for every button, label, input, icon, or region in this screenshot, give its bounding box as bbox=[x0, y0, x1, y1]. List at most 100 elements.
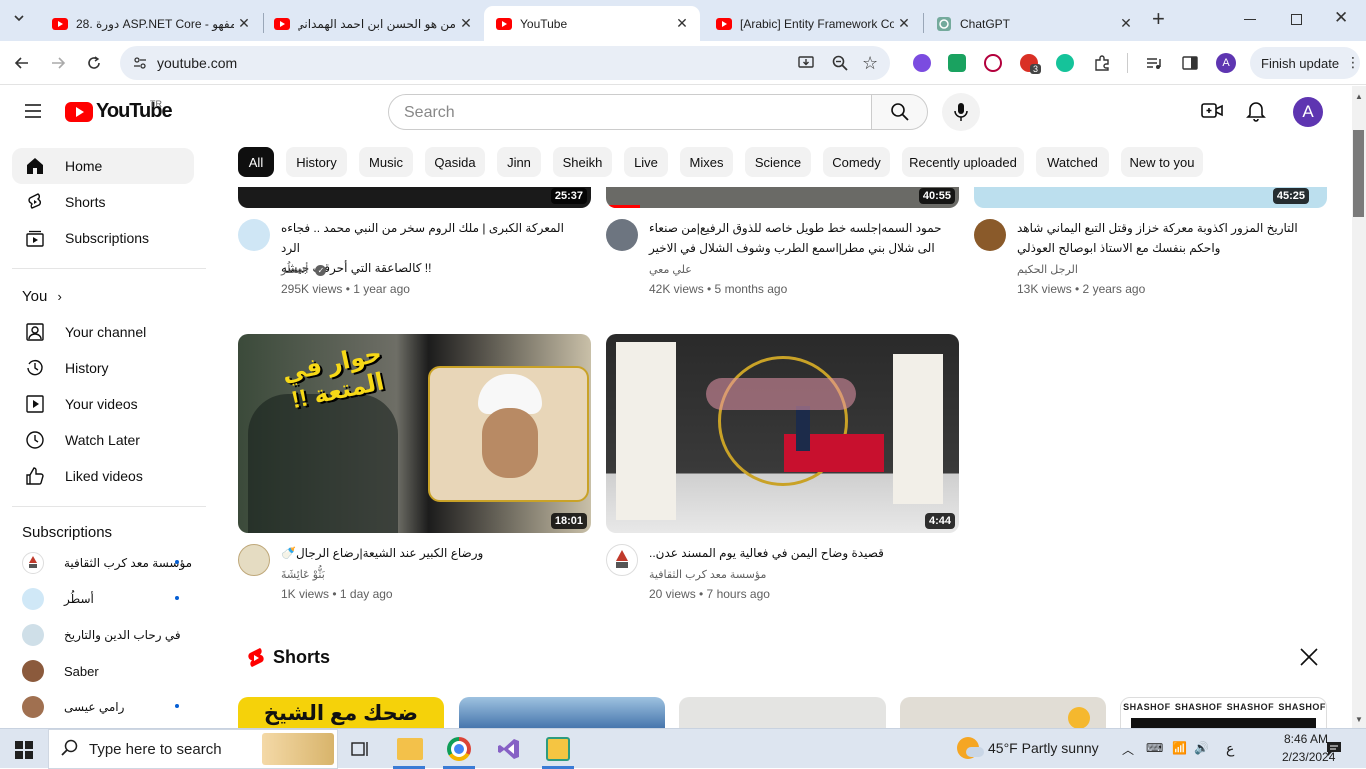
browser-tab-active[interactable]: YouTube ✕ bbox=[484, 6, 700, 41]
sidebar-item-history[interactable]: History bbox=[12, 350, 194, 386]
visual-studio-icon[interactable] bbox=[497, 737, 521, 766]
notifications-bell-icon[interactable] bbox=[1246, 100, 1266, 127]
sidebar-item-shorts[interactable]: Shorts bbox=[12, 184, 194, 220]
channel-name[interactable]: علي معي bbox=[649, 263, 692, 276]
youtube-logo-icon[interactable] bbox=[65, 102, 93, 122]
dismiss-shorts-icon[interactable] bbox=[1299, 647, 1319, 672]
channel-avatar[interactable] bbox=[606, 219, 638, 251]
new-tab-button[interactable]: + bbox=[1152, 6, 1165, 32]
chip-live[interactable]: Live bbox=[624, 147, 668, 177]
chip-recently-uploaded[interactable]: Recently uploaded bbox=[902, 147, 1024, 177]
channel-name[interactable]: الرجل الحكيم bbox=[1017, 263, 1078, 276]
channel-avatar[interactable] bbox=[606, 544, 638, 576]
grammarly-icon[interactable] bbox=[1056, 54, 1074, 72]
subscription-item[interactable]: Saber bbox=[12, 653, 194, 689]
file-explorer-icon[interactable] bbox=[397, 738, 423, 760]
close-tab-icon[interactable]: ✕ bbox=[234, 15, 254, 32]
hamburger-menu-icon[interactable] bbox=[24, 103, 42, 124]
volume-icon[interactable]: 🔊 bbox=[1194, 741, 1209, 755]
video-thumbnail[interactable]: 45:25 bbox=[974, 187, 1327, 208]
profile-avatar[interactable]: A bbox=[1216, 53, 1236, 73]
video-thumbnail[interactable]: 4:44 bbox=[606, 334, 959, 533]
subscription-item[interactable]: في رحاب الدين والتاريخ bbox=[12, 617, 194, 653]
close-window-icon[interactable]: ✕ bbox=[1334, 8, 1348, 28]
search-input[interactable]: Search bbox=[388, 94, 872, 130]
short-thumbnail[interactable] bbox=[459, 697, 665, 731]
sidebar-item-your-channel[interactable]: Your channel bbox=[12, 314, 194, 350]
media-control-icon[interactable] bbox=[1143, 52, 1165, 74]
voice-search-button[interactable] bbox=[942, 93, 980, 131]
side-panel-icon[interactable] bbox=[1179, 52, 1201, 74]
channel-avatar[interactable] bbox=[238, 219, 270, 251]
address-bar[interactable]: youtube.com ☆ bbox=[120, 46, 890, 80]
back-icon[interactable] bbox=[11, 52, 33, 74]
scroll-up-arrow-icon[interactable]: ▲ bbox=[1355, 92, 1363, 101]
forward-icon[interactable] bbox=[47, 52, 69, 74]
browser-tab-1[interactable]: 28. دورة ASP.NET Core - مفهو ✕ bbox=[40, 6, 262, 41]
browser-tab-4[interactable]: [Arabic] Entity Framework Co ✕ bbox=[704, 6, 922, 41]
account-avatar[interactable]: A bbox=[1293, 97, 1323, 127]
reload-icon[interactable] bbox=[83, 52, 105, 74]
show-hidden-icons-icon[interactable]: ︿ bbox=[1122, 741, 1134, 758]
video-title[interactable]: حمود السمه|جلسه خط طويل خاصه للذوق الرفي… bbox=[649, 218, 949, 258]
tab-search-chevron-icon[interactable] bbox=[12, 11, 32, 31]
chip-sheikh[interactable]: Sheikh bbox=[553, 147, 612, 177]
windows-start-icon[interactable] bbox=[15, 741, 33, 764]
extension-3-icon[interactable] bbox=[984, 54, 1002, 72]
sidebar-item-watch-later[interactable]: Watch Later bbox=[12, 422, 194, 458]
search-button[interactable] bbox=[871, 94, 928, 130]
short-thumbnail[interactable] bbox=[900, 697, 1106, 731]
finish-update-button[interactable]: Finish update bbox=[1250, 47, 1360, 79]
sidebar-item-your-videos[interactable]: Your videos bbox=[12, 386, 194, 422]
browser-tab-5[interactable]: ChatGPT ✕ bbox=[924, 6, 1144, 41]
clock-time[interactable]: 8:46 AM bbox=[1284, 732, 1328, 746]
channel-avatar[interactable] bbox=[238, 544, 270, 576]
short-thumbnail[interactable] bbox=[679, 697, 886, 731]
weather-text[interactable]: 45°F Partly sunny bbox=[988, 740, 1099, 756]
close-tab-icon[interactable]: ✕ bbox=[894, 15, 914, 32]
chip-all[interactable]: All bbox=[238, 147, 274, 177]
video-title[interactable]: ورضاع الكبير عند الشيعة|رضاع الرجال🍼 bbox=[281, 543, 581, 563]
task-view-icon[interactable] bbox=[350, 739, 370, 764]
chip-comedy[interactable]: Comedy bbox=[823, 147, 890, 177]
create-video-icon[interactable] bbox=[1201, 101, 1223, 126]
zoom-icon[interactable] bbox=[831, 54, 849, 77]
chip-history[interactable]: History bbox=[286, 147, 347, 177]
chip-music[interactable]: Music bbox=[359, 147, 413, 177]
close-tab-icon[interactable]: ✕ bbox=[672, 15, 692, 32]
subscription-item[interactable]: رامي عيسى bbox=[12, 689, 194, 725]
sidebar-item-liked-videos[interactable]: Liked videos bbox=[12, 458, 194, 494]
close-tab-icon[interactable]: ✕ bbox=[456, 15, 476, 32]
input-method-icon[interactable]: ⌨ bbox=[1146, 741, 1163, 755]
chip-mixes[interactable]: Mixes bbox=[680, 147, 733, 177]
subscription-item[interactable]: أسطُر bbox=[12, 581, 194, 617]
sidebar-item-home[interactable]: Home bbox=[12, 148, 194, 184]
video-title[interactable]: التاريخ المزور اكذوبة معركة خزاز وقتل ال… bbox=[1017, 218, 1317, 258]
chip-jinn[interactable]: Jinn bbox=[497, 147, 541, 177]
browser-tab-2[interactable]: من هو الحسن ابن احمد الهمداني ✕ bbox=[262, 6, 484, 41]
channel-avatar[interactable] bbox=[974, 219, 1006, 251]
restore-icon[interactable] bbox=[1291, 14, 1302, 25]
extension-1-icon[interactable] bbox=[913, 54, 931, 72]
chip-qasida[interactable]: Qasida bbox=[425, 147, 485, 177]
video-thumbnail[interactable]: 40:55 bbox=[606, 187, 959, 208]
channel-name[interactable]: بَثُّوْ عَائِشَةَ bbox=[281, 568, 325, 581]
snipping-tool-icon[interactable] bbox=[546, 737, 570, 761]
bookmark-star-icon[interactable]: ☆ bbox=[862, 53, 878, 74]
video-thumbnail[interactable]: 25:37 bbox=[238, 187, 591, 208]
video-title[interactable]: قصيدة وضاح اليمن في فعالية يوم المسند عد… bbox=[649, 543, 949, 563]
scroll-down-arrow-icon[interactable]: ▼ bbox=[1355, 715, 1363, 724]
chip-new-to-you[interactable]: New to you bbox=[1121, 147, 1203, 177]
language-indicator[interactable]: ع bbox=[1226, 740, 1234, 757]
video-thumbnail[interactable]: حوار في المتعة !! 18:01 bbox=[238, 334, 591, 533]
short-thumbnail[interactable]: ضحك مع الشيخ رامي bbox=[238, 697, 444, 731]
chip-science[interactable]: Science bbox=[745, 147, 811, 177]
channel-name[interactable]: مؤسسة معد كرب الثقافية bbox=[649, 568, 766, 581]
chip-watched[interactable]: Watched bbox=[1036, 147, 1109, 177]
scrollbar-thumb[interactable] bbox=[1353, 130, 1364, 217]
minimize-icon[interactable] bbox=[1244, 19, 1256, 20]
short-thumbnail[interactable]: SHASHOF SHASHOF SHASHOF SHASHOF bbox=[1120, 697, 1327, 731]
network-icon[interactable]: 📶 bbox=[1172, 741, 1187, 755]
site-info-icon[interactable] bbox=[132, 55, 148, 76]
sidebar-item-subscriptions[interactable]: Subscriptions bbox=[12, 220, 194, 256]
